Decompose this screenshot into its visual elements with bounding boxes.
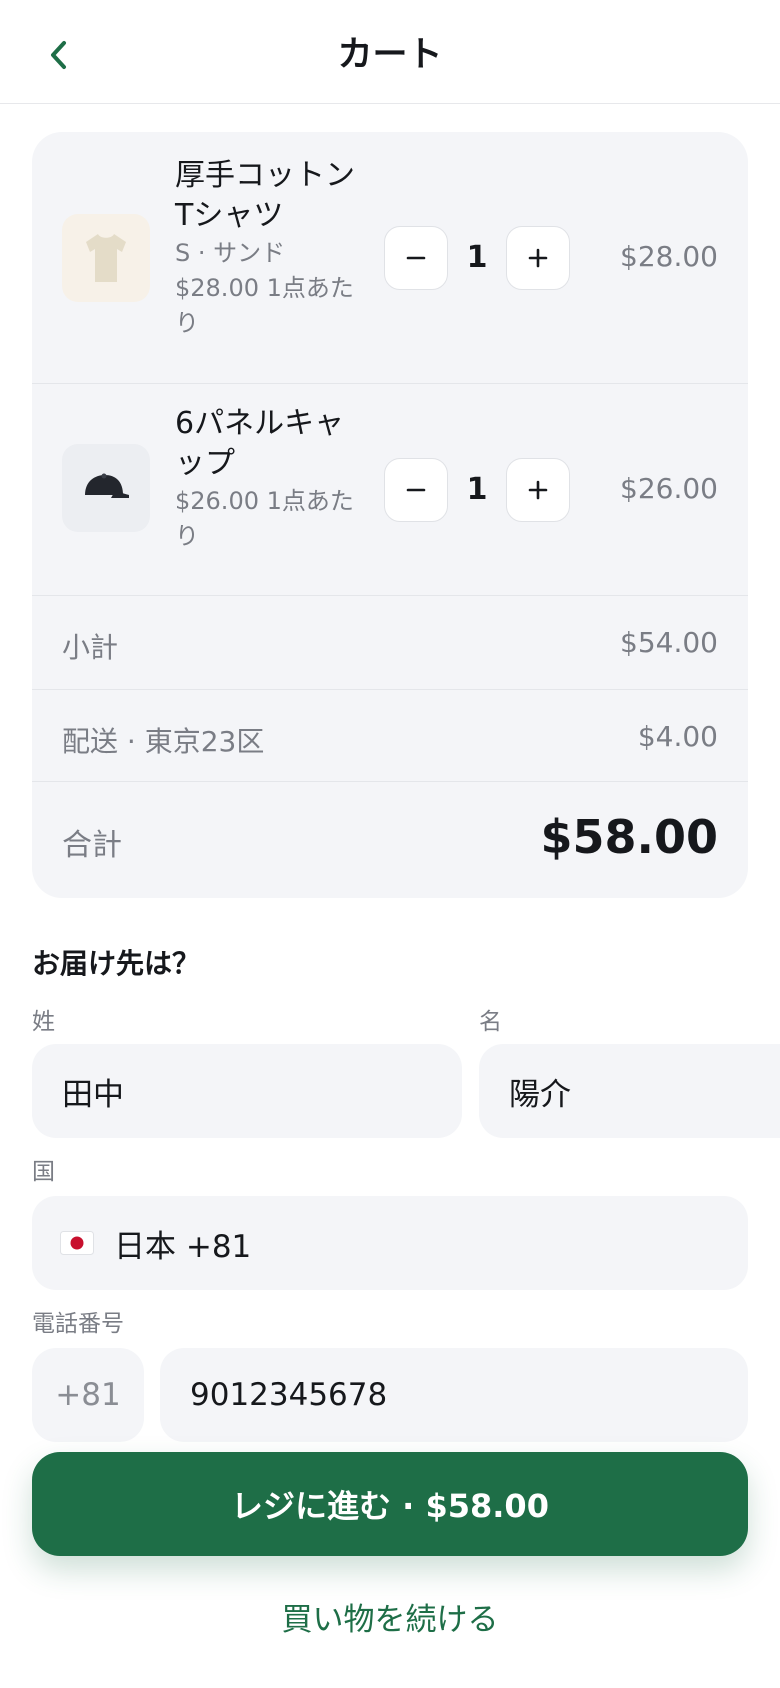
phone-label: 電話番号 — [32, 1311, 124, 1337]
quantity-stepper: 1 — [384, 458, 570, 522]
item-line-total: $26.00 — [620, 472, 718, 505]
item-line-total: $28.00 — [620, 240, 718, 273]
decrement-button[interactable] — [384, 226, 448, 290]
cart-item: 厚手コットンTシャツ S · サンド $28.00 1点あたり 1 $28.00 — [32, 132, 748, 384]
increment-button[interactable] — [506, 226, 570, 290]
total-value: $58.00 — [540, 810, 718, 864]
subtotal-value: $54.00 — [620, 626, 718, 659]
last-name-field[interactable]: 田中 — [32, 1044, 462, 1138]
item-info: 厚手コットンTシャツ S · サンド $28.00 1点あたり — [175, 156, 365, 341]
checkout-button-label: レジに進む · $58.00 — [231, 1487, 549, 1525]
first-name-field[interactable]: 陽介 — [479, 1044, 780, 1138]
checkout-button[interactable]: レジに進む · $58.00 — [32, 1452, 748, 1556]
country-value: 日本 +81 — [114, 1228, 252, 1265]
quantity-stepper: 1 — [384, 226, 570, 290]
increment-button[interactable] — [506, 458, 570, 522]
country-label: 国 — [32, 1159, 55, 1185]
decrement-button[interactable] — [384, 458, 448, 522]
tshirt-icon — [86, 234, 126, 282]
top-bar: カート — [0, 0, 780, 104]
item-unit-price: $26.00 1点あたり — [175, 487, 354, 550]
shipping-row: 配送 · 東京23区 $4.00 — [32, 690, 748, 782]
product-thumbnail — [62, 214, 150, 302]
last-name-value: 田中 — [62, 1076, 124, 1113]
minus-icon — [406, 256, 426, 260]
item-unit-price: $28.00 1点あたり — [175, 274, 354, 337]
item-name: 6パネルキャップ — [175, 406, 345, 481]
phone-country-code[interactable]: +81 — [32, 1348, 144, 1442]
shipping-value: $4.00 — [637, 720, 718, 753]
phone-number-input[interactable]: 9012345678 — [160, 1348, 748, 1442]
product-thumbnail — [62, 444, 150, 532]
cart-item: 6パネルキャップ $26.00 1点あたり 1 $26.00 — [32, 384, 748, 596]
cap-icon — [85, 473, 129, 498]
first-name-label: 名 — [479, 1009, 502, 1035]
quantity-value: 1 — [466, 240, 488, 275]
phone-number-value: 9012345678 — [190, 1377, 388, 1413]
item-info: 6パネルキャップ $26.00 1点あたり — [175, 404, 365, 554]
item-name: 厚手コットンTシャツ — [175, 158, 355, 233]
quantity-value: 1 — [466, 472, 488, 507]
first-name-value: 陽介 — [509, 1076, 571, 1113]
country-select[interactable]: 日本 +81 — [32, 1196, 748, 1290]
continue-shopping-link[interactable]: 買い物を続ける — [0, 1594, 780, 1639]
delivery-section-title: お届け先は？ — [32, 947, 201, 980]
minus-icon — [406, 488, 426, 492]
phone-prefix-value: +81 — [55, 1377, 121, 1413]
total-label: 合計 — [62, 828, 122, 863]
item-variant: S · サンド — [175, 239, 286, 267]
shipping-label: 配送 · 東京23区 — [62, 725, 265, 758]
total-row: 合計 $58.00 — [32, 782, 748, 898]
last-name-label: 姓 — [32, 1009, 55, 1035]
plus-icon — [528, 480, 548, 500]
cart-summary-card: 厚手コットンTシャツ S · サンド $28.00 1点あたり 1 $28.00… — [32, 132, 748, 898]
japan-flag-icon — [60, 1231, 94, 1255]
subtotal-row: 小計 $54.00 — [32, 596, 748, 690]
plus-icon — [528, 248, 548, 268]
subtotal-label: 小計 — [62, 631, 119, 664]
page-title: カート — [337, 35, 443, 75]
